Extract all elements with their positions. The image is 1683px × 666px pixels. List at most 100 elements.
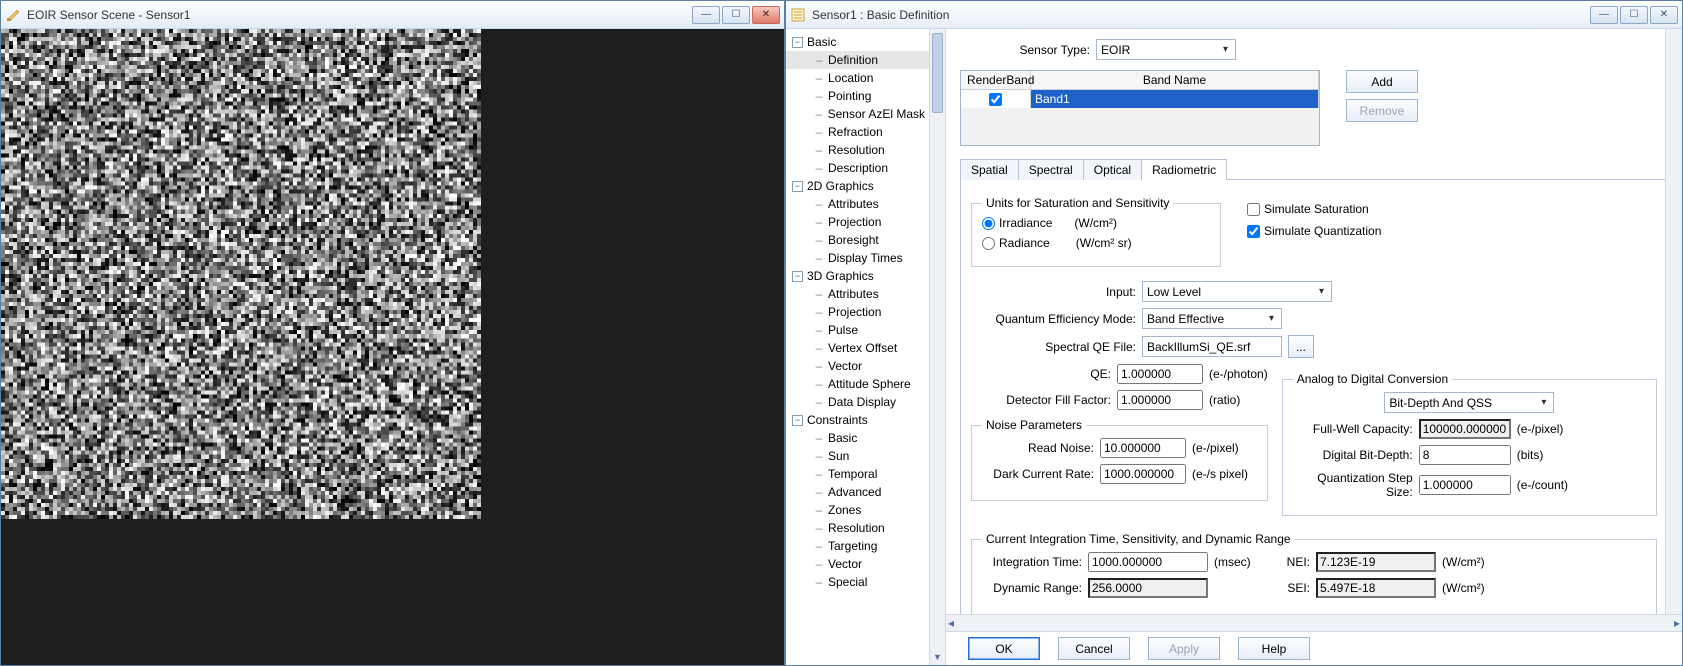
- qem-combo[interactable]: Band Effective▾: [1142, 308, 1282, 329]
- collapse-icon[interactable]: −: [792, 37, 803, 48]
- simulate-saturation-checkbox[interactable]: Simulate Saturation: [1247, 202, 1381, 216]
- tab-spatial[interactable]: Spatial: [960, 159, 1019, 180]
- tree-item[interactable]: –Pulse: [786, 321, 929, 339]
- input-label: Input:: [971, 285, 1136, 299]
- properties-icon: [790, 7, 806, 23]
- tree-item[interactable]: –Basic: [786, 429, 929, 447]
- tree-dash-icon: –: [814, 233, 824, 247]
- input-combo[interactable]: Low Level▾: [1142, 281, 1332, 302]
- scroll-down-icon[interactable]: ▼: [930, 649, 945, 665]
- tree-dash-icon: –: [814, 89, 824, 103]
- nei-unit: (W/cm²): [1442, 555, 1485, 569]
- tree-item[interactable]: –Temporal: [786, 465, 929, 483]
- close-button[interactable]: ✕: [1650, 6, 1678, 24]
- col-bandname[interactable]: Band Name: [1031, 71, 1319, 89]
- darkcurrent-label: Dark Current Rate:: [982, 467, 1094, 481]
- qefile-label: Spectral QE File:: [971, 340, 1136, 354]
- minimize-button[interactable]: —: [692, 6, 720, 24]
- maximize-button[interactable]: ☐: [1620, 6, 1648, 24]
- tree-item[interactable]: –Resolution: [786, 519, 929, 537]
- scroll-right-icon[interactable]: ▸: [1674, 616, 1680, 630]
- collapse-icon[interactable]: −: [792, 271, 803, 282]
- simulate-quantization-checkbox[interactable]: Simulate Quantization: [1247, 224, 1381, 238]
- tree-item[interactable]: –Data Display: [786, 393, 929, 411]
- tree-item[interactable]: –Sensor AzEl Mask: [786, 105, 929, 123]
- qe-unit: (e-/photon): [1209, 367, 1268, 381]
- tree-item[interactable]: –Description: [786, 159, 929, 177]
- tree-item[interactable]: –Vector: [786, 357, 929, 375]
- ok-button[interactable]: OK: [968, 637, 1040, 660]
- band-name-cell[interactable]: Band1: [1031, 90, 1319, 108]
- qss-field[interactable]: [1419, 475, 1511, 495]
- tree-item[interactable]: –Projection: [786, 213, 929, 231]
- maximize-button[interactable]: ☐: [722, 6, 750, 24]
- tree-item[interactable]: –Vector: [786, 555, 929, 573]
- collapse-icon[interactable]: −: [792, 415, 803, 426]
- sensor-scene-viewport[interactable]: [1, 29, 784, 665]
- tree-item[interactable]: –Attributes: [786, 195, 929, 213]
- tree-item[interactable]: –Location: [786, 69, 929, 87]
- tree-scrollbar[interactable]: ▲ ▼: [929, 29, 945, 665]
- close-button[interactable]: ✕: [752, 6, 780, 24]
- tree-group[interactable]: −3D Graphics: [786, 267, 929, 285]
- tree-item[interactable]: –Targeting: [786, 537, 929, 555]
- bitdepth-field[interactable]: [1419, 445, 1511, 465]
- tree-dash-icon: –: [814, 557, 824, 571]
- tree-item[interactable]: –Vertex Offset: [786, 339, 929, 357]
- darkcurrent-field[interactable]: [1100, 464, 1186, 484]
- tree-item[interactable]: –Sun: [786, 447, 929, 465]
- nav-tree[interactable]: −Basic–Definition–Location–Pointing–Sens…: [786, 29, 929, 665]
- irradiance-radio[interactable]: Irradiance: [982, 216, 1052, 230]
- tree-item[interactable]: –Attributes: [786, 285, 929, 303]
- adc-mode-combo[interactable]: Bit-Depth And QSS▾: [1384, 392, 1554, 413]
- collapse-icon[interactable]: −: [792, 181, 803, 192]
- col-renderband[interactable]: RenderBand: [961, 71, 1031, 89]
- readnoise-field[interactable]: [1100, 438, 1186, 458]
- band-table[interactable]: RenderBand Band Name Band1: [960, 70, 1320, 146]
- tree-item[interactable]: –Zones: [786, 501, 929, 519]
- tree-dash-icon: –: [814, 449, 824, 463]
- qe-field[interactable]: [1117, 364, 1203, 384]
- tree-dash-icon: –: [814, 287, 824, 301]
- tree-dash-icon: –: [814, 431, 824, 445]
- band-row[interactable]: Band1: [961, 90, 1319, 108]
- tree-dash-icon: –: [814, 395, 824, 409]
- tree-group[interactable]: −Basic: [786, 33, 929, 51]
- tree-item[interactable]: –Refraction: [786, 123, 929, 141]
- tree-item[interactable]: –Boresight: [786, 231, 929, 249]
- inttime-field[interactable]: [1088, 552, 1208, 572]
- radiance-radio[interactable]: Radiance: [982, 236, 1050, 250]
- minimize-button[interactable]: —: [1590, 6, 1618, 24]
- tree-item[interactable]: –Special: [786, 573, 929, 591]
- tree-item[interactable]: –Projection: [786, 303, 929, 321]
- scroll-thumb[interactable]: [932, 33, 943, 113]
- tree-group[interactable]: −2D Graphics: [786, 177, 929, 195]
- bitdepth-label: Digital Bit-Depth:: [1293, 448, 1413, 462]
- sensor-type-combo[interactable]: EOIR▾: [1096, 39, 1236, 60]
- tree-item[interactable]: –Attitude Sphere: [786, 375, 929, 393]
- right-window-title: Sensor1 : Basic Definition: [812, 8, 1590, 22]
- readnoise-label: Read Noise:: [982, 441, 1094, 455]
- darkcurrent-unit: (e-/s pixel): [1192, 467, 1248, 481]
- tab-optical[interactable]: Optical: [1083, 159, 1142, 180]
- tree-group[interactable]: −Constraints: [786, 411, 929, 429]
- tree-item[interactable]: –Pointing: [786, 87, 929, 105]
- tree-item[interactable]: –Advanced: [786, 483, 929, 501]
- tree-item[interactable]: –Resolution: [786, 141, 929, 159]
- tab-spectral[interactable]: Spectral: [1018, 159, 1084, 180]
- add-button[interactable]: Add: [1346, 70, 1418, 93]
- tab-radiometric[interactable]: Radiometric: [1141, 159, 1227, 180]
- form-scrollbar[interactable]: [1665, 29, 1682, 614]
- tree-item[interactable]: –Display Times: [786, 249, 929, 267]
- renderband-checkbox[interactable]: [989, 93, 1002, 106]
- scroll-left-icon[interactable]: ◂: [948, 616, 954, 630]
- tree-item[interactable]: –Definition: [786, 51, 929, 69]
- apply-button[interactable]: Apply: [1148, 637, 1220, 660]
- cancel-button[interactable]: Cancel: [1058, 637, 1130, 660]
- horizontal-scrollbar[interactable]: ◂▸: [946, 614, 1682, 631]
- remove-button[interactable]: Remove: [1346, 99, 1418, 122]
- dff-field[interactable]: [1117, 390, 1203, 410]
- browse-button[interactable]: ...: [1288, 335, 1314, 358]
- noise-legend: Noise Parameters: [982, 418, 1086, 432]
- help-button[interactable]: Help: [1238, 637, 1310, 660]
